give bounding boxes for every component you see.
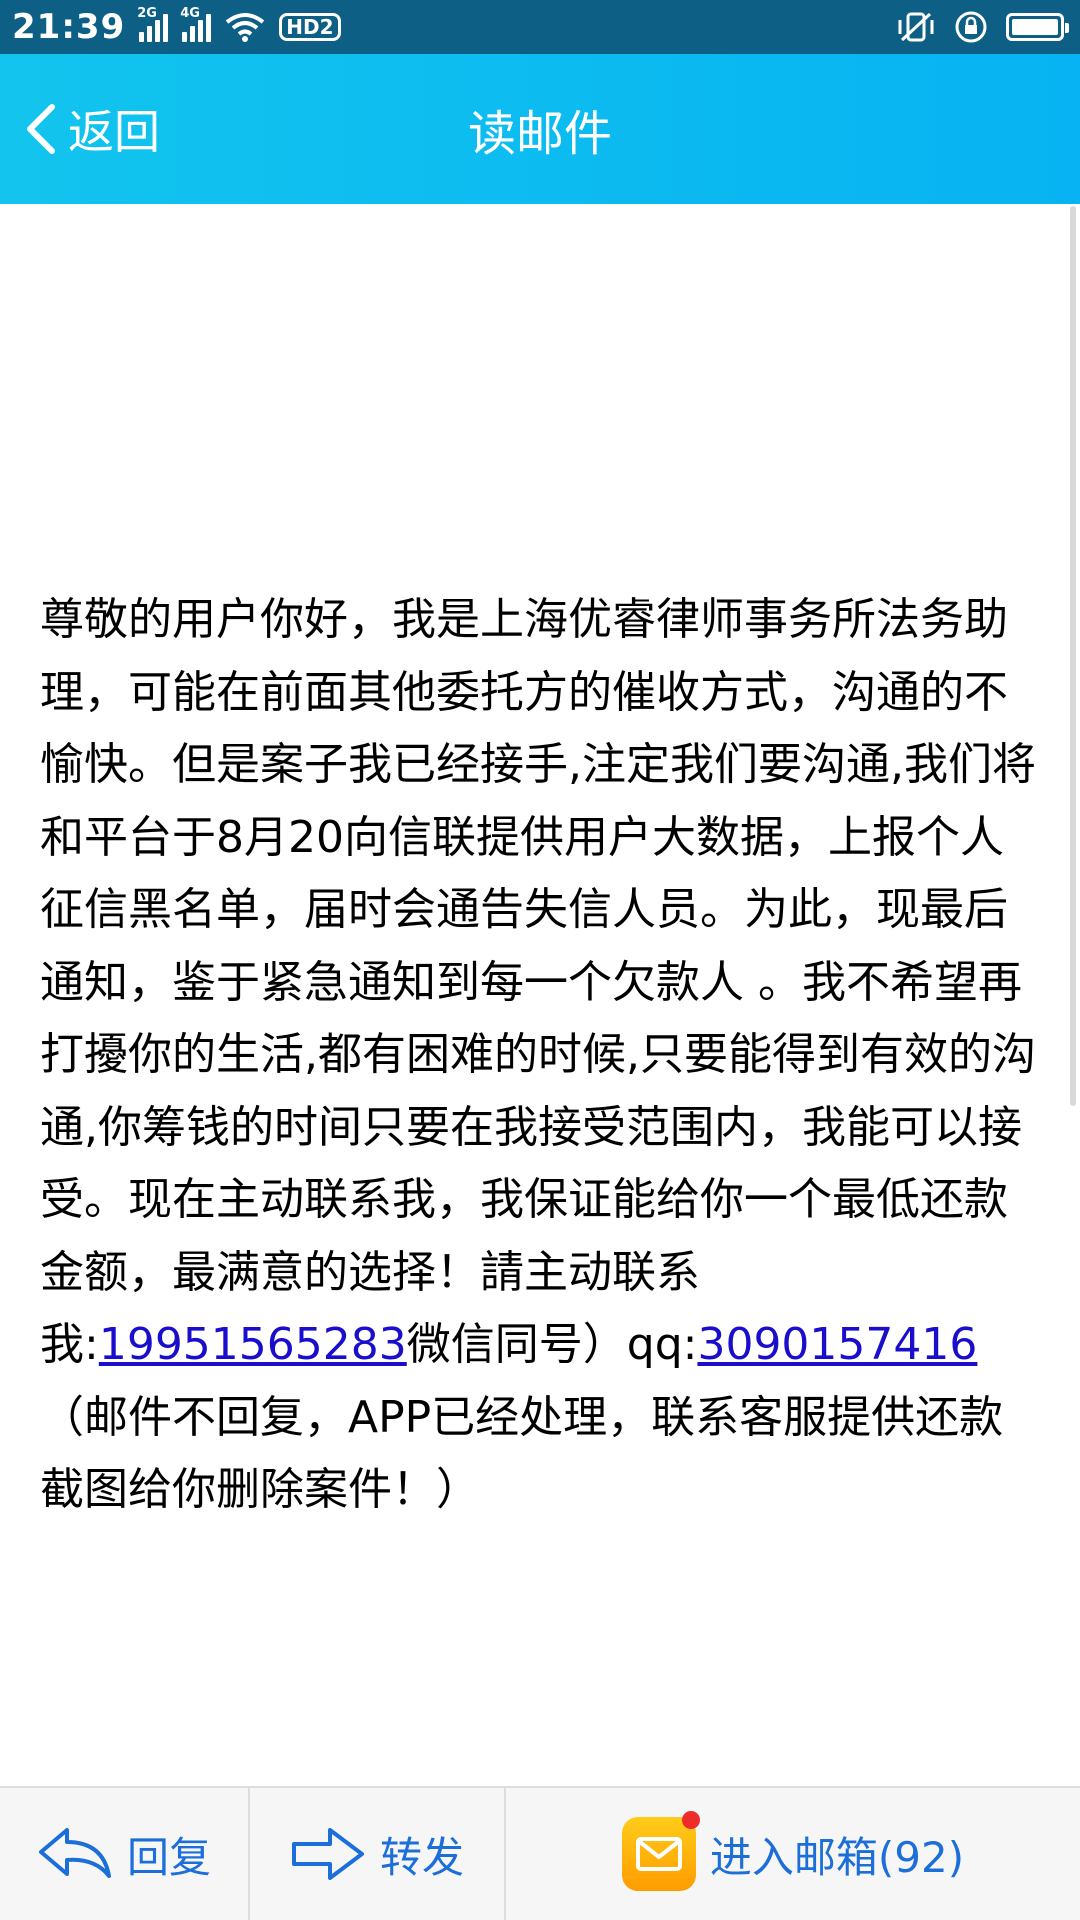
signal-2g-icon: 2G bbox=[137, 6, 169, 42]
mail-body-text-3: （邮件不回复，APP已经处理，联系客服提供还款截图给你删除案件！） bbox=[40, 1391, 1004, 1516]
mail-body-text-1: 尊敬的用户你好，我是上海优睿律师事务所法务助理，可能在前面其他委托方的催收方式，… bbox=[40, 594, 1036, 1370]
app-header: 返回 读邮件 bbox=[0, 54, 1080, 204]
signal-2g-tag: 2G bbox=[137, 6, 157, 21]
reply-button[interactable]: 回复 bbox=[0, 1788, 250, 1920]
enter-inbox-button[interactable]: 进入邮箱(92) bbox=[506, 1788, 1080, 1920]
page-title: 读邮件 bbox=[467, 106, 612, 162]
status-right bbox=[896, 10, 1069, 44]
status-bar: 21:39 2G 4G HD2 bbox=[0, 0, 1080, 54]
mailbox-icon-wrap bbox=[621, 1811, 700, 1891]
unread-dot bbox=[681, 1811, 700, 1829]
bottom-toolbar: 回复 转发 进入邮箱(92) bbox=[0, 1786, 1080, 1920]
envelope-icon bbox=[635, 1837, 682, 1871]
mail-body: 尊敬的用户你好，我是上海优睿律师事务所法务助理，可能在前面其他委托方的催收方式，… bbox=[40, 584, 1040, 1527]
forward-arrow-icon bbox=[291, 1828, 364, 1880]
mail-body-text-2: 微信同号）qq: bbox=[406, 1319, 698, 1370]
mailbox-icon bbox=[621, 1817, 696, 1891]
hd-voice-icon: HD2 bbox=[279, 13, 341, 41]
qq-link[interactable]: 3090157416 bbox=[697, 1319, 977, 1370]
reply-label: 回复 bbox=[126, 1832, 211, 1882]
inbox-label: 进入邮箱(92) bbox=[709, 1832, 965, 1882]
signal-4g-tag: 4G bbox=[180, 6, 200, 21]
scrollbar[interactable] bbox=[1070, 206, 1076, 1106]
wifi-icon bbox=[226, 13, 265, 42]
reply-arrow-icon bbox=[38, 1828, 111, 1878]
phone-link[interactable]: 19951565283 bbox=[99, 1319, 407, 1370]
forward-button[interactable]: 转发 bbox=[250, 1788, 506, 1920]
status-time: 21:39 bbox=[12, 7, 126, 47]
vibrate-off-icon bbox=[898, 12, 934, 42]
signal-4g-icon: 4G bbox=[180, 6, 212, 42]
forward-label: 转发 bbox=[379, 1832, 464, 1882]
battery-icon bbox=[1006, 13, 1069, 41]
status-left: 21:39 2G 4G HD2 bbox=[12, 6, 341, 47]
rotation-lock-icon bbox=[955, 11, 987, 43]
